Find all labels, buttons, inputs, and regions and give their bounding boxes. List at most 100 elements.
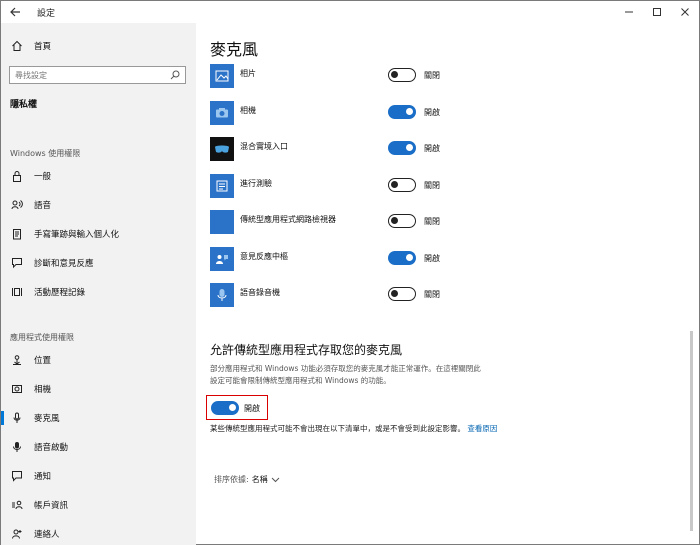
take-test-icon <box>210 174 234 198</box>
sidebar-item-contacts[interactable]: 連絡人 <box>1 521 196 545</box>
photos-toggle[interactable] <box>388 68 416 82</box>
minimize-button[interactable] <box>615 1 643 23</box>
app-row-voice-recorder: 語音錄音機 關閉 <box>210 283 680 309</box>
learn-why-link[interactable]: 查看原因 <box>467 424 497 433</box>
sidebar-item-activity-history[interactable]: 活動歷程記錄 <box>1 279 196 305</box>
sidebar-item-notifications[interactable]: 通知 <box>1 463 196 489</box>
sidebar: 首頁 隱私權 Windows 使用權限 一般 語音 手寫筆跡與輸入個人化 <box>1 23 196 545</box>
desktop-apps-note: 某些傳統型應用程式可能不會出現在以下清單中，或是不會受到此設定影響。 查看原因 <box>210 423 500 435</box>
desktop-apps-toggle[interactable] <box>211 401 239 415</box>
maximize-button[interactable] <box>643 1 671 23</box>
page-title: 麥克風 <box>210 40 259 59</box>
camera-app-icon <box>210 101 234 125</box>
app-row-webview: 傳統型應用程式網路檢視器 關閉 <box>210 210 680 236</box>
window-controls <box>615 1 699 23</box>
sidebar-item-general[interactable]: 一般 <box>1 163 196 189</box>
sidebar-item-label: 手寫筆跡與輸入個人化 <box>34 230 120 240</box>
clipboard-icon <box>10 227 24 241</box>
search-box[interactable] <box>9 66 186 84</box>
windows-permissions-header: Windows 使用權限 <box>10 149 81 158</box>
voice-recorder-icon <box>210 283 234 307</box>
back-arrow-icon <box>9 7 20 17</box>
sidebar-item-label: 語音 <box>34 201 52 211</box>
sidebar-item-label: 位置 <box>34 356 52 366</box>
close-button[interactable] <box>671 1 699 23</box>
camera-toggle[interactable] <box>388 105 416 119</box>
app-row-mixed-reality: 混合實境入口 開啟 <box>210 137 680 163</box>
sidebar-item-inking-typing[interactable]: 手寫筆跡與輸入個人化 <box>1 221 196 247</box>
desktop-apps-section-title: 允許傳統型應用程式存取您的麥克風 <box>210 343 403 357</box>
feedback-hub-toggle[interactable] <box>388 251 416 265</box>
sidebar-item-label: 一般 <box>34 172 52 182</box>
sort-by-dropdown[interactable]: 排序依據: 名稱 <box>214 474 280 485</box>
sidebar-item-account-info[interactable]: 帳戶資訊 <box>1 492 196 518</box>
search-input[interactable] <box>10 70 160 80</box>
desktop-apps-toggle-highlight: 開啟 <box>206 395 268 420</box>
voice-recorder-toggle[interactable] <box>388 287 416 301</box>
sidebar-item-home[interactable]: 首頁 <box>1 33 196 59</box>
sidebar-item-camera[interactable]: 相機 <box>1 376 196 402</box>
sidebar-item-label: 診斷和意見反應 <box>34 259 94 269</box>
maximize-icon <box>653 8 661 16</box>
toggle-state-label: 關閉 <box>424 71 440 80</box>
app-name: 相片 <box>240 69 256 78</box>
scrollbar[interactable] <box>690 331 693 531</box>
sidebar-item-location[interactable]: 位置 <box>1 347 196 373</box>
sidebar-item-label: 帳戶資訊 <box>34 501 69 511</box>
contacts-icon <box>10 527 24 541</box>
sidebar-item-speech[interactable]: 語音 <box>1 192 196 218</box>
window-title: 設定 <box>37 8 56 19</box>
toggle-state-label: 開啟 <box>424 144 440 153</box>
toggle-state-label: 關閉 <box>424 217 440 226</box>
account-info-icon <box>10 498 24 512</box>
close-icon <box>681 8 689 16</box>
lock-icon <box>10 169 24 183</box>
sidebar-item-microphone[interactable]: 麥克風 <box>1 405 196 431</box>
sidebar-item-label: 通知 <box>34 472 52 482</box>
toggle-state-label: 開啟 <box>424 108 440 117</box>
settings-window: 設定 首頁 隱私權 Windows 使用權限 <box>0 0 700 545</box>
camera-icon <box>10 382 24 396</box>
sidebar-item-label: 相機 <box>34 385 52 395</box>
toggle-state-label: 關閉 <box>424 181 440 190</box>
home-icon <box>10 39 24 53</box>
sidebar-item-label: 語音啟動 <box>34 443 69 453</box>
toggle-state-label: 開啟 <box>424 254 440 263</box>
search-icon <box>170 70 180 80</box>
note-text: 某些傳統型應用程式可能不會出現在以下清單中，或是不會受到此設定影響。 <box>210 424 465 433</box>
app-row-take-test: 進行測驗 關閉 <box>210 174 680 200</box>
app-name: 相機 <box>240 106 256 115</box>
main-content: 麥克風 相片 關閉 相機 開啟 混合實境入口 開啟 進行測驗 關閉 傳統型應用程… <box>196 23 686 545</box>
privacy-header: 隱私權 <box>10 100 38 110</box>
sidebar-item-diagnostics[interactable]: 診斷和意見反應 <box>1 250 196 276</box>
voice-activation-icon <box>10 440 24 454</box>
photos-icon <box>210 64 234 88</box>
app-name: 傳統型應用程式網路檢視器 <box>240 215 336 224</box>
app-row-feedback-hub: 意見反應中樞 開啟 <box>210 247 680 273</box>
title-bar: 設定 <box>1 1 699 23</box>
chevron-down-icon <box>271 477 280 482</box>
webview-toggle[interactable] <box>388 214 416 228</box>
sidebar-item-label: 活動歷程記錄 <box>34 288 86 298</box>
sidebar-item-label: 麥克風 <box>34 414 60 424</box>
app-row-photos: 相片 關閉 <box>210 64 680 90</box>
feedback-icon <box>10 256 24 270</box>
take-test-toggle[interactable] <box>388 178 416 192</box>
back-button[interactable] <box>1 1 29 23</box>
toggle-state-label: 關閉 <box>424 290 440 299</box>
speech-icon <box>10 198 24 212</box>
microphone-icon <box>10 411 24 425</box>
sidebar-item-voice-activation[interactable]: 語音啟動 <box>1 434 196 460</box>
app-row-camera: 相機 開啟 <box>210 101 680 127</box>
location-icon <box>10 353 24 367</box>
toggle-state-label: 開啟 <box>244 404 260 413</box>
app-permissions-header: 應用程式使用權限 <box>10 333 74 342</box>
webview-icon <box>210 210 234 234</box>
timeline-icon <box>10 285 24 299</box>
app-name: 進行測驗 <box>240 179 272 188</box>
notification-icon <box>10 469 24 483</box>
mixed-reality-icon <box>210 137 234 161</box>
mixed-reality-toggle[interactable] <box>388 141 416 155</box>
desktop-apps-description: 部分應用程式和 Windows 功能必須存取您的麥克風才能正常運作。在這裡關閉此… <box>210 364 481 385</box>
sort-label: 排序依據: <box>214 475 249 484</box>
